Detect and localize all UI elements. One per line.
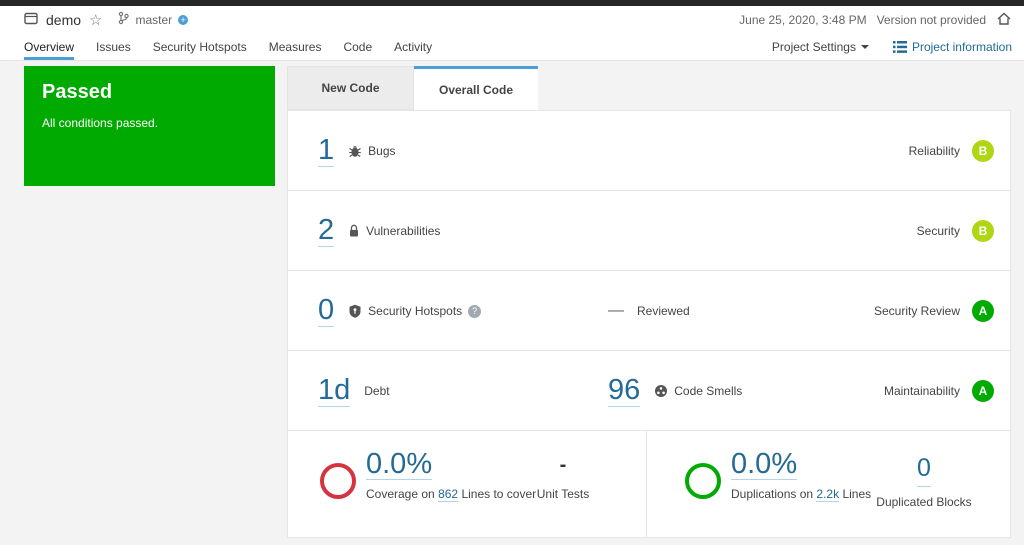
project-icon [24, 12, 38, 28]
project-settings-dropdown[interactable]: Project Settings [772, 40, 869, 54]
project-settings-label: Project Settings [771, 39, 856, 54]
security-hotspots-row: 0 Security Hotspots ? — Reviewed Securit… [288, 271, 1010, 351]
code-smells-label: Code Smells [654, 384, 742, 398]
project-version: Version not provided [876, 12, 986, 27]
quality-gate-panel: Passed All conditions passed. [24, 66, 275, 186]
sonarqube-overview-page: demo ☆ master + June 25, 2020, 3:48 PM V… [0, 0, 1024, 545]
caret-down-icon [860, 44, 869, 49]
duplications-value-link[interactable]: 0.0% [731, 449, 798, 481]
debt-value-link[interactable]: 1d [318, 375, 351, 407]
project-name: demo [46, 11, 82, 28]
branch-icon [118, 11, 130, 28]
coverage-value-link[interactable]: 0.0% [366, 449, 433, 481]
vulnerabilities-count-link[interactable]: 2 [318, 215, 335, 247]
tab-overall-code[interactable]: Overall Code [414, 66, 538, 110]
project-nav: Overview Issues Security Hotspots Measur… [0, 33, 1024, 61]
duplicated-blocks-value-link[interactable]: 0 [917, 451, 931, 487]
unit-tests-label: Unit Tests [536, 487, 590, 501]
home-icon[interactable] [996, 11, 1012, 29]
bugs-count-link[interactable]: 1 [318, 135, 335, 167]
vulnerabilities-row: 2 Vulnerabilities Security B [288, 191, 1010, 271]
favorite-star-icon[interactable]: ☆ [89, 11, 102, 29]
tab-new-code[interactable]: New Code [287, 66, 414, 110]
lines-to-cover-link[interactable]: 862 [438, 487, 459, 503]
project-information-label: Project information [911, 39, 1012, 54]
security-review-label: Security Review [873, 304, 960, 318]
lock-icon [350, 224, 359, 237]
duplications-section: 0.0% Duplications on 2.2k Lines 0 Duplic… [646, 431, 1010, 537]
unit-tests-value: - [559, 454, 567, 476]
bottom-measures: 0.0% Coverage on 862 Lines to cover - Un… [288, 431, 1010, 537]
list-icon [892, 40, 907, 53]
quality-gate-status: Passed [42, 81, 113, 103]
duplications-ring-icon [685, 463, 721, 499]
quality-gate-description: All conditions passed. [42, 116, 159, 130]
bug-icon [349, 146, 361, 157]
nav-item-measures[interactable]: Measures [269, 33, 322, 60]
code-smell-icon [655, 385, 668, 397]
code-smells-count-link[interactable]: 96 [608, 375, 641, 407]
coverage-section: 0.0% Coverage on 862 Lines to cover - Un… [288, 431, 646, 537]
reviewed-value: — [608, 302, 624, 319]
duplications-caption: Duplications on 2.2k Lines [731, 487, 872, 503]
project-header: demo ☆ master + June 25, 2020, 3:48 PM V… [0, 6, 1024, 33]
branch-status-icon[interactable]: + [178, 14, 189, 25]
reliability-label: Reliability [908, 144, 960, 158]
reliability-rating-badge[interactable]: B [972, 140, 994, 162]
nav-item-issues[interactable]: Issues [96, 33, 131, 60]
security-label: Security [916, 224, 960, 238]
nav-item-activity[interactable]: Activity [394, 33, 432, 60]
nav-item-overview[interactable]: Overview [24, 33, 75, 60]
hotspots-label: Security Hotspots ? [348, 304, 482, 318]
maintainability-row: 1d Debt 96 Code Smells Maintainability A [288, 351, 1010, 431]
security-review-rating-badge[interactable]: A [972, 300, 994, 322]
maintainability-rating-badge[interactable]: A [972, 380, 994, 402]
security-hotspot-icon [349, 304, 361, 318]
analysis-date: June 25, 2020, 3:48 PM [739, 12, 867, 27]
bugs-label: Bugs [348, 144, 396, 158]
maintainability-label: Maintainability [883, 384, 960, 398]
hotspots-count-link[interactable]: 0 [318, 295, 335, 327]
help-icon[interactable]: ? [468, 304, 482, 318]
duplicated-blocks-label: Duplicated Blocks [876, 495, 972, 509]
security-rating-badge[interactable]: B [972, 220, 994, 242]
debt-label: Debt [364, 384, 390, 398]
bugs-row: 1 Bugs Reliability B [288, 111, 1010, 191]
overall-code-panel: 1 Bugs Reliability B 2 Vulnerabilities S… [287, 110, 1011, 538]
branch-name: master [135, 12, 173, 27]
duplicated-lines-link[interactable]: 2.2k [816, 487, 840, 503]
nav-item-code[interactable]: Code [343, 33, 372, 60]
project-information-button[interactable]: Project information [892, 39, 1012, 54]
reviewed-label: Reviewed [637, 304, 690, 318]
nav-item-security-hotspots[interactable]: Security Hotspots [153, 33, 247, 60]
vulnerabilities-label: Vulnerabilities [348, 224, 440, 238]
coverage-ring-icon [320, 463, 356, 499]
unit-tests-measure: - Unit Tests [503, 451, 623, 501]
duplicated-blocks-measure: 0 Duplicated Blocks [859, 451, 989, 509]
